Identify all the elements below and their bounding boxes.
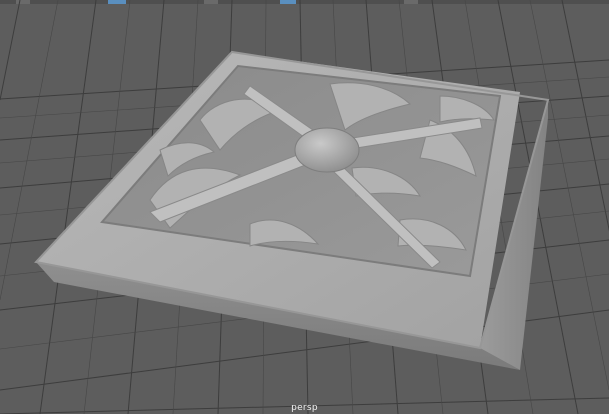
center-boss [294,127,360,173]
persp-viewport[interactable]: persp [0,0,609,414]
plaque-model[interactable] [34,50,550,370]
camera-label: persp [291,403,318,413]
3d-scene[interactable] [0,0,609,414]
